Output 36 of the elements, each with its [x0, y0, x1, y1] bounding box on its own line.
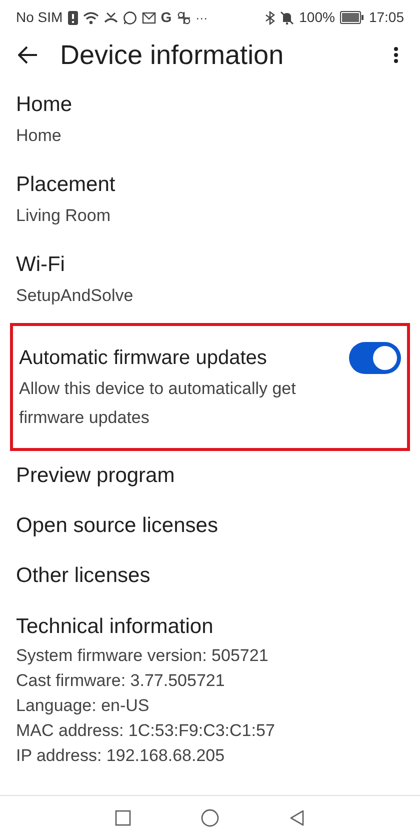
info-text: Language: en-US [16, 695, 150, 717]
toggle-switch[interactable] [349, 342, 401, 374]
wifi-icon [82, 10, 99, 24]
bluetooth-icon [265, 10, 276, 24]
carrier-text: No SIM [16, 8, 63, 27]
battery-percent-text: 100% [299, 8, 335, 27]
more-notifications-text: ··· [196, 10, 208, 26]
menu-item[interactable]: Other licenses [16, 560, 150, 592]
sim-alert-icon [68, 10, 78, 24]
recent-apps-icon[interactable] [115, 810, 131, 826]
info-text: MAC address: 1C:53:F9:C3:C1:57 [16, 720, 275, 742]
info-text: IP address: 192.168.68.205 [16, 745, 225, 767]
setting-value: SetupAndSolve [16, 285, 134, 307]
setting-value: Home [16, 125, 62, 147]
section-title: Technical information [16, 614, 214, 640]
more-options-icon [394, 47, 398, 63]
mail-icon [142, 12, 156, 24]
clock-text: 17:05 [368, 8, 404, 27]
bell-off-icon [280, 10, 294, 24]
setting-description: Allow this device to automatically get firmware updates [19, 378, 297, 429]
battery-icon [340, 11, 364, 24]
chat-bubble-icon [122, 10, 137, 24]
setting-label: Automatic firmware updates [19, 346, 267, 371]
setting-label[interactable]: Wi-Fi [16, 249, 65, 281]
back-arrow-icon [18, 46, 38, 64]
home-icon[interactable] [201, 809, 219, 827]
menu-item[interactable]: Open source licenses [16, 510, 218, 542]
setting-label[interactable]: Home [16, 89, 72, 121]
info-text: Cast firmware: 3.77.505721 [16, 670, 225, 692]
google-glyph: G [160, 8, 172, 27]
back-icon[interactable] [289, 810, 305, 826]
setting-value: Living Room [16, 205, 110, 227]
page-title: Device information [60, 38, 285, 72]
info-text: System firmware version: 505721 [16, 645, 268, 667]
menu-item[interactable]: Preview program [16, 460, 175, 492]
setting-label[interactable]: Placement [16, 169, 116, 201]
